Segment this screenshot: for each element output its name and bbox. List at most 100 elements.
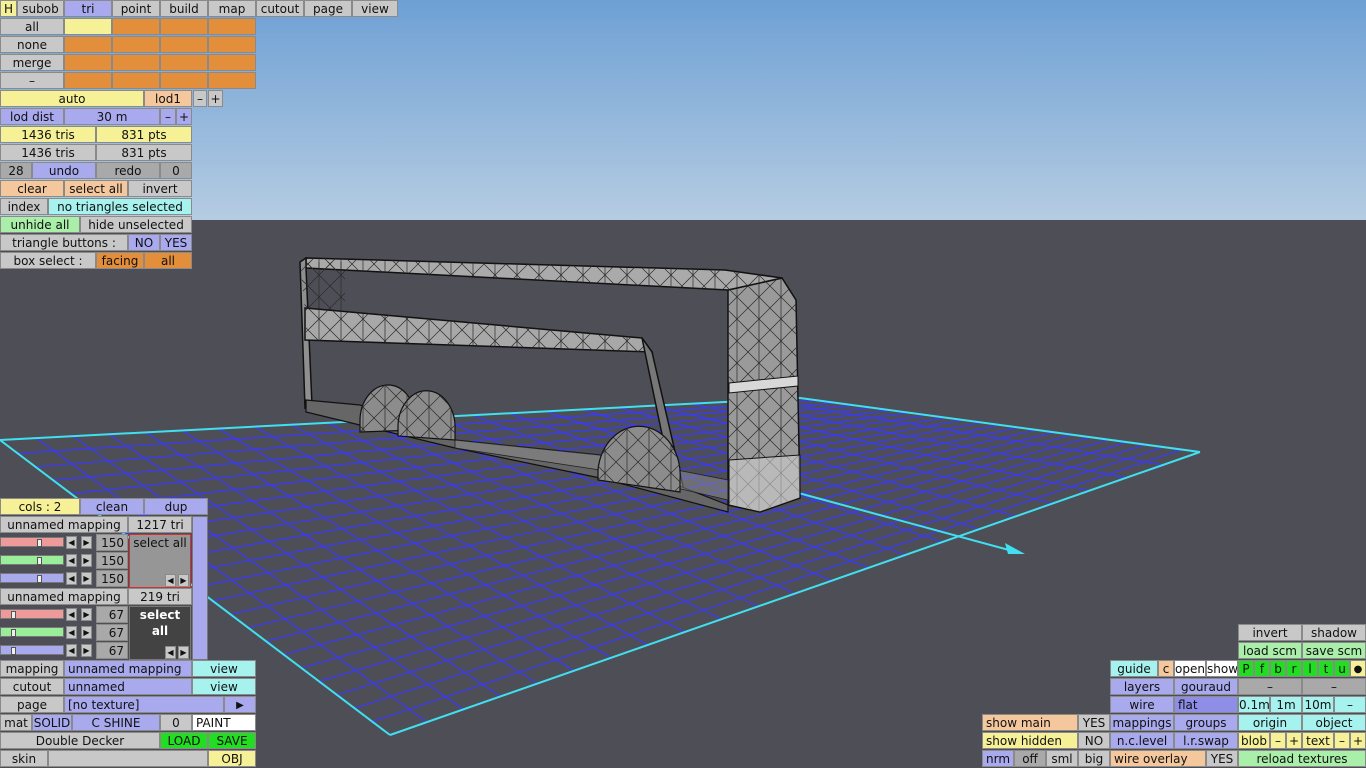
box-select-all[interactable]: all xyxy=(144,252,192,269)
flag-r-button[interactable]: r xyxy=(1286,660,1302,677)
mapping-name[interactable]: unnamed mapping xyxy=(0,516,128,533)
show-hidden-button[interactable]: show hidden xyxy=(982,732,1078,749)
save-button[interactable]: SAVE xyxy=(208,732,256,749)
color-cell[interactable] xyxy=(160,36,208,53)
show-main-value[interactable]: YES xyxy=(1078,714,1110,731)
mappings-button[interactable]: mappings xyxy=(1110,714,1174,731)
green-slider[interactable] xyxy=(0,627,64,637)
merge-button[interactable]: merge xyxy=(0,54,64,71)
color-cell[interactable] xyxy=(208,72,256,89)
reload-textures-button[interactable]: reload textures xyxy=(1238,750,1366,767)
lr-swap-button[interactable]: l.r.swap xyxy=(1174,732,1238,749)
color-cell[interactable] xyxy=(160,54,208,71)
load-button[interactable]: LOAD xyxy=(160,732,208,749)
solid-button[interactable]: SOLID xyxy=(32,714,72,731)
tab-view[interactable]: view xyxy=(352,0,398,17)
nc-level-button[interactable]: n.c.level xyxy=(1110,732,1174,749)
scale-1m-button[interactable]: 1m xyxy=(1270,696,1302,713)
lod-auto-button[interactable]: auto xyxy=(0,90,144,107)
select-all-button[interactable]: all xyxy=(0,18,64,35)
groups-button[interactable]: groups xyxy=(1174,714,1238,731)
show-hidden-value[interactable]: NO xyxy=(1078,732,1110,749)
arrow-left-icon[interactable]: ◀ xyxy=(66,554,77,567)
lod-plus-button[interactable]: + xyxy=(208,90,223,107)
select-none-button[interactable]: none xyxy=(0,36,64,53)
cutout-view-button[interactable]: view xyxy=(192,678,256,695)
wire-overlay-value[interactable]: YES xyxy=(1206,750,1238,767)
tab-subob[interactable]: subob xyxy=(17,0,64,17)
triangle-buttons-yes[interactable]: YES xyxy=(160,234,192,251)
undo-button[interactable]: undo xyxy=(32,162,96,179)
tab-tri[interactable]: tri xyxy=(64,0,112,17)
arrow-right-icon[interactable]: ▶ xyxy=(178,646,189,659)
blob-button[interactable]: blob xyxy=(1238,732,1270,749)
color-cell[interactable] xyxy=(64,72,112,89)
h-button[interactable]: H xyxy=(0,0,17,17)
guide-c-button[interactable]: c xyxy=(1158,660,1174,677)
arrow-left-icon[interactable]: ◀ xyxy=(66,536,77,549)
color-cell[interactable] xyxy=(208,18,256,35)
sml-button[interactable]: sml xyxy=(1046,750,1078,767)
color-cell[interactable] xyxy=(64,18,112,35)
flag-P-button[interactable]: P xyxy=(1238,660,1254,677)
mapping-name[interactable]: unnamed mapping xyxy=(0,588,128,605)
flag-l-button[interactable]: l xyxy=(1302,660,1318,677)
page-selector[interactable]: [no texture] xyxy=(64,696,224,713)
text-minus[interactable]: – xyxy=(1334,732,1350,749)
lod-dist-value[interactable]: 30 m xyxy=(64,108,160,125)
unhide-all-button[interactable]: unhide all xyxy=(0,216,80,233)
tab-map[interactable]: map xyxy=(208,0,256,17)
arrow-left-icon[interactable]: ◀ xyxy=(165,646,176,659)
mapping-select-all[interactable]: select all xyxy=(130,607,190,639)
box-select-facing[interactable]: facing xyxy=(96,252,144,269)
arrow-right-icon[interactable]: ▶ xyxy=(81,608,92,621)
arrow-left-icon[interactable]: ◀ xyxy=(165,574,176,587)
color-cell[interactable] xyxy=(112,72,160,89)
arrow-left-icon[interactable]: ◀ xyxy=(66,608,77,621)
show-main-button[interactable]: show main xyxy=(982,714,1078,731)
tab-page[interactable]: page xyxy=(304,0,352,17)
c-shine-button[interactable]: C SHINE xyxy=(72,714,160,731)
redo-button[interactable]: redo xyxy=(96,162,160,179)
clean-button[interactable]: clean xyxy=(80,498,144,515)
tab-cutout[interactable]: cutout xyxy=(256,0,304,17)
text-button[interactable]: text xyxy=(1302,732,1334,749)
wire-overlay-button[interactable]: wire overlay xyxy=(1110,750,1206,767)
layers-button[interactable]: layers xyxy=(1110,678,1174,695)
arrow-left-icon[interactable]: ◀ xyxy=(66,572,77,585)
blue-slider[interactable] xyxy=(0,645,64,655)
color-cell[interactable] xyxy=(208,36,256,53)
blue-slider[interactable] xyxy=(0,573,64,583)
nrm-button[interactable]: nrm xyxy=(982,750,1014,767)
blob-plus[interactable]: + xyxy=(1286,732,1302,749)
wire-button[interactable]: wire xyxy=(1110,696,1174,713)
mapping-view-button[interactable]: view xyxy=(192,660,256,677)
scale-minus-button[interactable]: – xyxy=(1334,696,1366,713)
color-cell[interactable] xyxy=(112,36,160,53)
color-cell[interactable] xyxy=(112,54,160,71)
color-cell[interactable] xyxy=(112,18,160,35)
red-slider[interactable] xyxy=(0,609,64,619)
model-name[interactable]: Double Decker xyxy=(0,732,160,749)
color-cell[interactable] xyxy=(64,54,112,71)
load-scm-button[interactable]: load scm xyxy=(1238,642,1302,659)
invert-selection-button[interactable]: invert xyxy=(128,180,192,197)
arrow-right-icon[interactable]: ▶ xyxy=(81,644,92,657)
lod-dist-plus[interactable]: + xyxy=(176,108,192,125)
flat-button[interactable]: flat xyxy=(1174,696,1238,713)
arrow-right-icon[interactable]: ▶ xyxy=(81,572,92,585)
arrow-right-icon[interactable]: ▶ xyxy=(81,626,92,639)
gouraud-button[interactable]: gouraud xyxy=(1174,678,1238,695)
lod-dist-minus[interactable]: – xyxy=(160,108,176,125)
dup-button[interactable]: dup xyxy=(144,498,208,515)
origin-button[interactable]: origin xyxy=(1238,714,1302,731)
dash-button[interactable]: – xyxy=(0,72,64,89)
arrow-right-icon[interactable]: ▶ xyxy=(81,536,92,549)
flag-f-button[interactable]: f xyxy=(1254,660,1270,677)
dash-button[interactable]: – xyxy=(1302,678,1366,695)
obj-button[interactable]: OBJ xyxy=(208,750,256,767)
mapping-select-all[interactable]: select all xyxy=(130,535,190,551)
lod-minus-button[interactable]: – xyxy=(193,90,207,107)
cols-button[interactable]: cols : 2 xyxy=(0,498,80,515)
hide-unselected-button[interactable]: hide unselected xyxy=(80,216,192,233)
